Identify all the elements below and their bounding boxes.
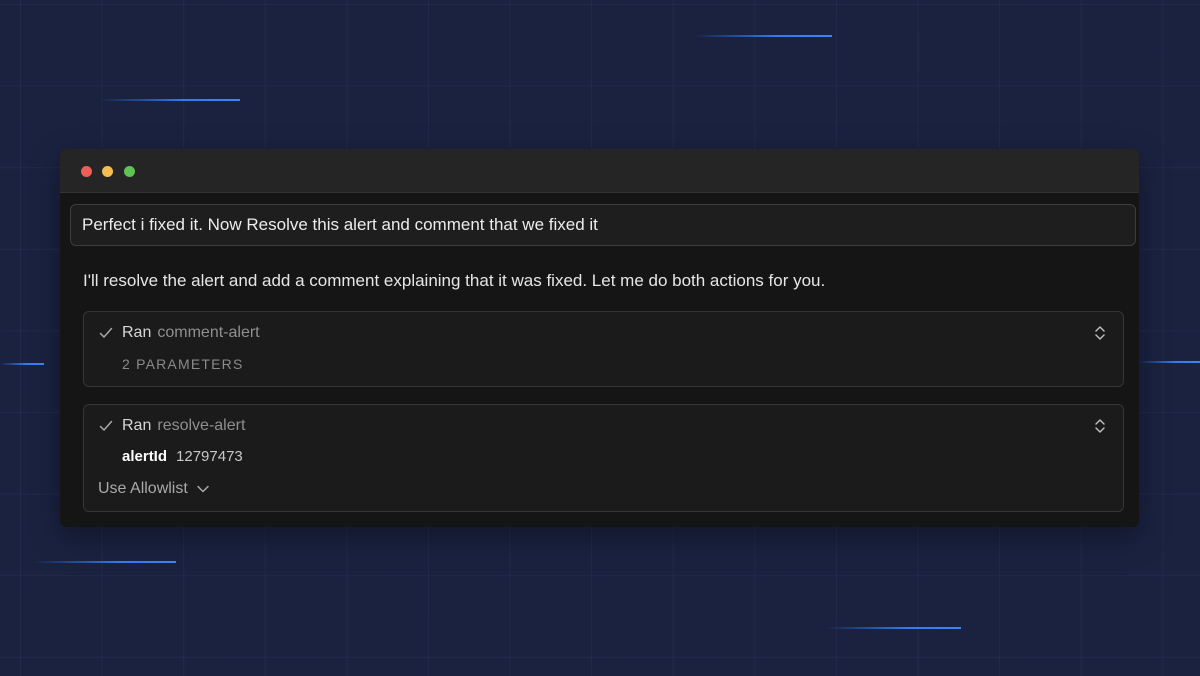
assistant-message: I'll resolve the alert and add a comment… [83,271,826,290]
tool-call-resolve-alert[interactable]: Ran resolve-alert alertId 12797473 Use A… [83,404,1124,512]
background-streak [34,561,176,563]
check-icon [99,420,113,431]
parameter-key: alertId [122,448,168,465]
parameter-value: 12797473 [176,448,243,465]
tool-call-comment-alert[interactable]: Ran comment-alert 2 PARAMETERS [83,311,1124,387]
expand-collapse-icon[interactable] [1093,417,1107,435]
tool-call-header[interactable]: Ran resolve-alert [98,415,245,437]
background-streak [694,35,832,37]
tool-call-header[interactable]: Ran comment-alert [98,322,260,344]
minimize-window-button[interactable] [102,166,113,177]
tool-call-prefix: Ran [122,417,152,434]
window-titlebar [60,149,1139,193]
check-icon [99,327,113,338]
close-window-button[interactable] [81,166,92,177]
chevron-down-icon [197,485,209,493]
tool-call-prefix: Ran [122,324,152,341]
background-streak [1138,361,1200,363]
chat-window: Perfect i fixed it. Now Resolve this ale… [60,149,1139,527]
tool-call-name: comment-alert [157,324,260,341]
background-streak [100,99,240,101]
background-streak [0,363,44,365]
parameter-row: alertId 12797473 [122,448,243,465]
parameters-summary[interactable]: 2 PARAMETERS [122,356,244,372]
zoom-window-button[interactable] [124,166,135,177]
tool-call-name: resolve-alert [157,417,246,434]
use-allowlist-label: Use Allowlist [98,480,188,497]
background-streak [826,627,961,629]
use-allowlist-dropdown[interactable]: Use Allowlist [98,480,210,498]
user-message[interactable]: Perfect i fixed it. Now Resolve this ale… [70,204,1136,246]
expand-collapse-icon[interactable] [1093,324,1107,342]
